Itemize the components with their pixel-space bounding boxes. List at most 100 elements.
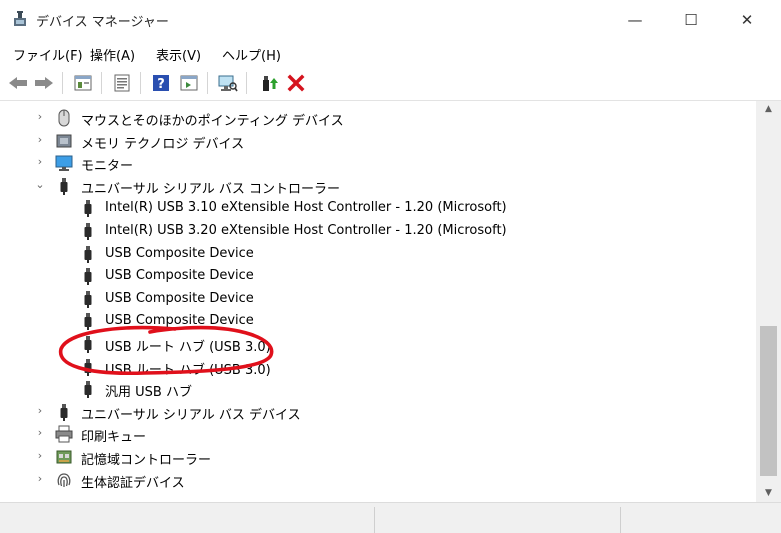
- usb-plug-icon: [79, 335, 97, 353]
- close-icon: ✕: [740, 11, 754, 29]
- tree-item[interactable]: ⌄ ユニバーサル シリアル バス コントローラー: [0, 175, 756, 197]
- toolbar: ?: [0, 66, 781, 101]
- usb-plug-icon: [79, 267, 97, 286]
- back-icon: [9, 77, 27, 89]
- tree-item[interactable]: USB Composite Device: [0, 288, 756, 310]
- tree-item-label: Intel(R) USB 3.20 eXtensible Host Contro…: [105, 223, 507, 238]
- usb-plug-icon: [55, 403, 73, 421]
- tree-item[interactable]: › モニター: [0, 152, 756, 174]
- scroll-thumb[interactable]: [760, 326, 777, 476]
- tree-item[interactable]: USB ルート ハブ (USB 3.0): [0, 356, 756, 378]
- scroll-up-button[interactable]: ▲: [756, 101, 781, 118]
- tree-item-label: ユニバーサル シリアル バス コントローラー: [81, 181, 341, 197]
- toolbar-separator: [62, 72, 63, 94]
- memory-icon: [55, 132, 73, 150]
- printer-icon: [55, 425, 73, 443]
- device-list-icon: [114, 74, 130, 92]
- tree-item[interactable]: › 印刷キュー: [0, 423, 756, 445]
- menu-help[interactable]: ヘルプ(H): [222, 45, 281, 64]
- scroll-down-button[interactable]: ▼: [756, 485, 781, 502]
- usb-plug-icon: [79, 222, 97, 240]
- tree-item[interactable]: 汎用 USB ハブ: [0, 378, 756, 400]
- properties-panel-button[interactable]: [72, 72, 94, 94]
- tree-item-label: 生体認証デバイス: [81, 475, 185, 491]
- tree-item-label: モニター: [81, 159, 134, 175]
- expand-chevron-icon[interactable]: ›: [34, 472, 46, 486]
- uninstall-icon: [287, 74, 305, 92]
- usb-plug-icon: [55, 177, 73, 195]
- tree-item[interactable]: USB Composite Device: [0, 265, 756, 287]
- scan-hardware-button[interactable]: [217, 72, 239, 94]
- usb-plug-icon: [79, 380, 97, 399]
- tree-item-label: USB ルート ハブ (USB 3.0): [105, 362, 271, 378]
- scroll-down-arrow-icon: ▼: [765, 488, 772, 498]
- expand-chevron-icon[interactable]: ›: [34, 404, 46, 418]
- title-bar: デバイス マネージャー — ☐ ✕: [0, 0, 781, 40]
- tree-item[interactable]: › メモリ テクノロジ デバイス: [0, 130, 756, 152]
- device-tree[interactable]: › マウスとそのほかのポインティング デバイス › メモリ テクノロジ デバイス › モニ…: [0, 101, 756, 502]
- minimize-button[interactable]: —: [612, 0, 658, 40]
- tree-item[interactable]: Intel(R) USB 3.20 eXtensible Host Contro…: [0, 220, 756, 242]
- help-button[interactable]: ?: [150, 72, 172, 94]
- forward-icon: [35, 77, 53, 89]
- expand-chevron-icon[interactable]: ›: [34, 426, 46, 440]
- window-title: デバイス マネージャー: [36, 15, 169, 30]
- svg-text:?: ?: [157, 77, 165, 92]
- tree-item-label: USB ルート ハブ (USB 3.0): [105, 340, 271, 355]
- toolbar-separator: [207, 72, 208, 94]
- mouse-icon: [55, 109, 73, 127]
- tree-item-label: 汎用 USB ハブ: [105, 385, 192, 401]
- device-manager-app-icon: [14, 11, 26, 26]
- tree-item[interactable]: › マウスとそのほかのポインティング デバイス: [0, 107, 756, 129]
- update-driver-icon: [263, 76, 278, 91]
- toolbar-separator: [140, 72, 141, 94]
- tree-item-label: USB Composite Device: [105, 268, 254, 284]
- storage-controller-icon: [55, 448, 73, 466]
- expand-chevron-icon[interactable]: ›: [34, 155, 46, 169]
- expand-chevron-icon[interactable]: ›: [34, 449, 46, 463]
- device-list-button[interactable]: [111, 72, 133, 94]
- tree-item-label: ユニバーサル シリアル バス デバイス: [81, 407, 301, 423]
- back-button[interactable]: [7, 72, 29, 94]
- status-separator: [620, 507, 621, 533]
- forward-button[interactable]: [33, 72, 55, 94]
- fingerprint-icon: [55, 471, 73, 489]
- action-pane-icon: [180, 75, 198, 91]
- collapse-chevron-icon[interactable]: ⌄: [34, 178, 46, 192]
- tree-item[interactable]: USB ルート ハブ (USB 3.0): [0, 333, 756, 355]
- menu-action[interactable]: 操作(A): [90, 45, 135, 64]
- tree-item-label: USB Composite Device: [105, 313, 254, 329]
- toolbar-separator: [101, 72, 102, 94]
- tree-item-label: USB Composite Device: [105, 290, 254, 306]
- vertical-scrollbar[interactable]: ▲ ▼: [756, 101, 781, 502]
- status-separator: [374, 507, 375, 533]
- tree-item-label: Intel(R) USB 3.10 eXtensible Host Contro…: [105, 200, 507, 216]
- properties-panel-icon: [74, 75, 92, 91]
- usb-plug-icon: [79, 245, 97, 263]
- uninstall-device-button[interactable]: [285, 72, 307, 94]
- help-icon: ?: [153, 75, 169, 92]
- expand-chevron-icon[interactable]: ›: [34, 110, 46, 124]
- close-button[interactable]: ✕: [724, 0, 770, 40]
- status-bar: [0, 502, 781, 533]
- tree-item[interactable]: USB Composite Device: [0, 243, 756, 265]
- scroll-up-arrow-icon: ▲: [765, 104, 772, 114]
- tree-item[interactable]: USB Composite Device: [0, 310, 756, 332]
- tree-item[interactable]: Intel(R) USB 3.10 eXtensible Host Contro…: [0, 197, 756, 219]
- menu-view[interactable]: 表示(V): [156, 45, 201, 64]
- tree-item[interactable]: › ユニバーサル シリアル バス デバイス: [0, 401, 756, 423]
- action-pane-button[interactable]: [178, 72, 200, 94]
- toolbar-separator: [246, 72, 247, 94]
- maximize-button[interactable]: ☐: [668, 0, 714, 40]
- menu-file[interactable]: ファイル(F): [13, 45, 83, 64]
- expand-chevron-icon[interactable]: ›: [34, 133, 46, 147]
- tree-item-label: 記憶域コントローラー: [81, 453, 212, 468]
- monitor-icon: [55, 154, 73, 172]
- menu-bar: ファイル(F) 操作(A) 表示(V) ヘルプ(H): [0, 40, 781, 66]
- usb-plug-icon: [79, 199, 97, 218]
- tree-item[interactable]: › 記憶域コントローラー: [0, 446, 756, 468]
- tree-item-label: メモリ テクノロジ デバイス: [81, 136, 245, 152]
- tree-item[interactable]: › 生体認証デバイス: [0, 469, 756, 491]
- tree-item-label: 印刷キュー: [81, 430, 147, 446]
- update-driver-button[interactable]: [258, 72, 280, 94]
